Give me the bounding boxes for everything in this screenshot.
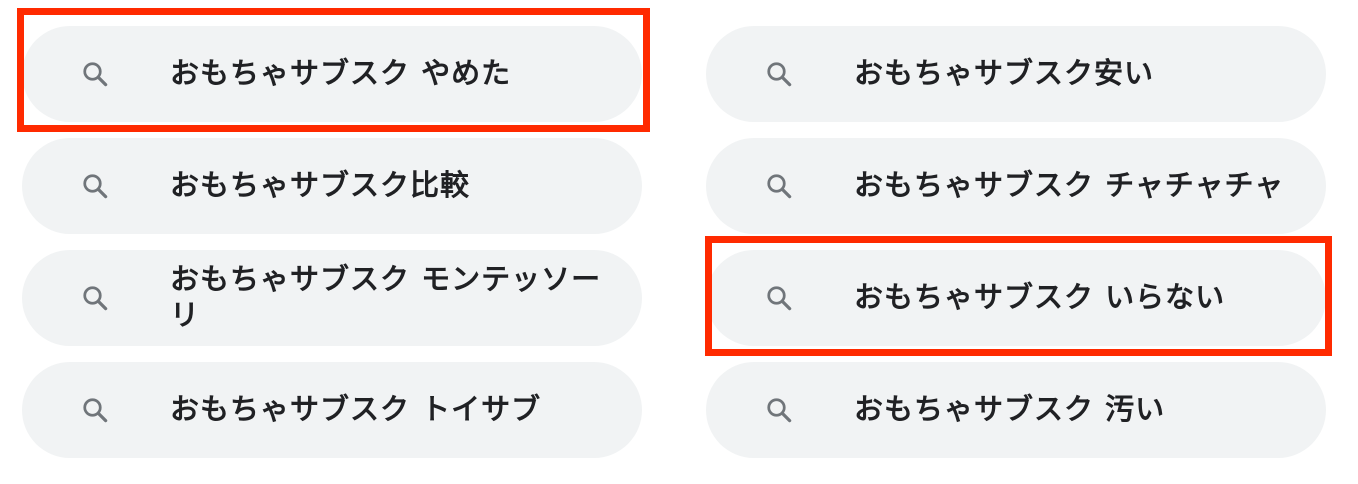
suggestion-chip-left-3[interactable]: おもちゃサブスク モンテッソーリ — [22, 250, 642, 346]
search-icon — [83, 286, 108, 311]
suggestion-chip-right-2[interactable]: おもちゃサブスク チャチャチャ — [706, 138, 1326, 234]
suggestion-label: おもちゃサブスク やめた — [170, 56, 512, 91]
suggestion-chip-left-2[interactable]: おもちゃサブスク比較 — [22, 138, 642, 234]
suggestion-chip-left-4[interactable]: おもちゃサブスク トイサブ — [22, 362, 642, 458]
search-icon — [83, 62, 108, 87]
search-icon — [83, 174, 108, 199]
suggestion-label: おもちゃサブスク モンテッソーリ — [170, 262, 602, 332]
related-searches-panel: おもちゃサブスク やめた おもちゃサブスク比較 おもちゃサブスク モンテッソーリ… — [0, 0, 1358, 484]
search-icon — [767, 174, 792, 199]
suggestion-label: おもちゃサブスク トイサブ — [170, 392, 542, 427]
search-icon — [767, 286, 792, 311]
suggestion-label: おもちゃサブスク いらない — [854, 280, 1226, 315]
suggestion-label: おもちゃサブスク チャチャチャ — [854, 168, 1285, 203]
suggestion-label: おもちゃサブスク 汚い — [854, 392, 1166, 427]
suggestion-chip-right-3[interactable]: おもちゃサブスク いらない — [706, 250, 1326, 346]
search-icon — [83, 398, 108, 423]
suggestion-chip-left-1[interactable]: おもちゃサブスク やめた — [22, 26, 642, 122]
suggestion-chip-right-4[interactable]: おもちゃサブスク 汚い — [706, 362, 1326, 458]
suggestion-label: おもちゃサブスク安い — [854, 56, 1155, 91]
suggestion-chip-right-1[interactable]: おもちゃサブスク安い — [706, 26, 1326, 122]
suggestion-label: おもちゃサブスク比較 — [170, 168, 471, 203]
search-icon — [767, 62, 792, 87]
search-icon — [767, 398, 792, 423]
